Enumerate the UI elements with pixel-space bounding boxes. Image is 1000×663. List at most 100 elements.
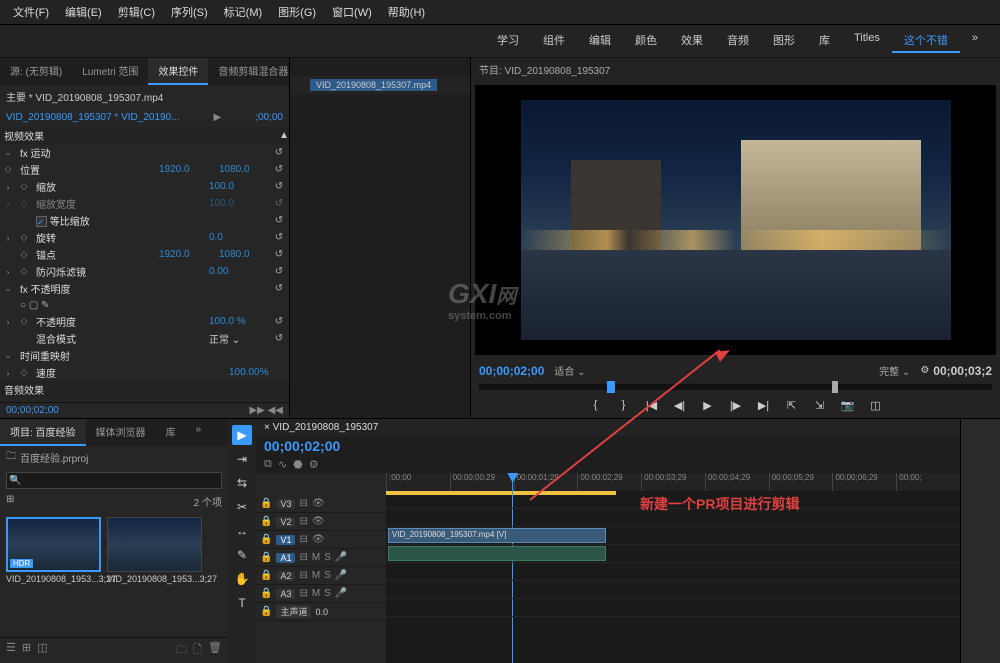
audio-clip[interactable] — [388, 546, 606, 561]
reset-icon[interactable]: ↺ — [269, 215, 289, 226]
ws-custom[interactable]: 这个不错 — [892, 29, 960, 53]
mark-out-button[interactable]: } — [614, 396, 634, 414]
prop-anchor[interactable]: 锚点 — [32, 247, 159, 262]
hand-tool[interactable]: ✋ — [232, 569, 252, 589]
ellipse-mask-icon[interactable]: ○ — [20, 300, 26, 311]
track-a3[interactable]: A3 — [276, 589, 295, 599]
go-out-button[interactable]: ▶| — [754, 396, 774, 414]
ws-titles[interactable]: Titles — [842, 29, 892, 53]
fx-timeremap[interactable]: 时间重映射 — [16, 348, 289, 363]
nav-prev-icon[interactable]: ▶▶ — [249, 405, 264, 416]
program-timecode[interactable]: 00;00;02;00 — [479, 364, 544, 378]
prop-scale[interactable]: 缩放 — [32, 179, 209, 194]
menu-clip[interactable]: 剪辑(C) — [110, 2, 163, 22]
lock-icon[interactable]: 🔒 — [260, 534, 272, 545]
nav-next-icon[interactable]: ◀◀ — [268, 405, 283, 416]
program-scrubber[interactable] — [479, 384, 992, 390]
type-tool[interactable]: T — [232, 593, 252, 613]
reset-icon[interactable]: ↺ — [269, 164, 289, 175]
menu-graphic[interactable]: 图形(G) — [270, 2, 324, 22]
keyframe-icon[interactable]: ◇ — [0, 164, 16, 175]
track-v1[interactable]: V1 — [276, 535, 295, 545]
program-playhead[interactable] — [607, 381, 615, 393]
ws-editing[interactable]: 编辑 — [577, 29, 623, 53]
eye-icon[interactable]: 👁 — [312, 516, 325, 527]
icon-view-icon[interactable]: ⊞ — [22, 641, 31, 660]
rotation-val[interactable]: 0.0 — [209, 232, 269, 243]
tab-library[interactable]: 库 — [156, 419, 186, 446]
tab-audio-mixer[interactable]: 音频剪辑混合器: VID_20190808_195307 — [208, 58, 289, 85]
keyframe-icon[interactable]: ◇ — [16, 249, 32, 260]
program-monitor[interactable] — [475, 85, 996, 355]
prop-rotation[interactable]: 旋转 — [32, 230, 209, 245]
snap-icon[interactable]: ⧉ — [264, 458, 272, 471]
pos-x[interactable]: 1920.0 — [159, 164, 219, 175]
freeform-view-icon[interactable]: ◫ — [37, 641, 47, 660]
lock-icon[interactable]: 🔒 — [260, 588, 272, 599]
settings-icon[interactable]: ⚙ — [920, 365, 929, 376]
ws-library[interactable]: 库 — [807, 29, 842, 53]
export-frame-button[interactable]: 📷 — [838, 396, 858, 414]
prop-speed[interactable]: 速度 — [32, 365, 229, 380]
project-item[interactable]: VID_20190808_1953...3;27 — [107, 517, 202, 631]
track-a2[interactable]: A2 — [276, 571, 295, 581]
mark-in-button[interactable]: { — [586, 396, 606, 414]
reset-icon[interactable]: ↺ — [269, 316, 289, 327]
reset-icon[interactable]: ↺ — [269, 266, 289, 277]
menu-file[interactable]: 文件(F) — [5, 2, 57, 22]
ws-learning[interactable]: 学习 — [485, 29, 531, 53]
lock-icon[interactable]: 🔒 — [260, 552, 272, 563]
prop-opacity[interactable]: 不透明度 — [32, 314, 209, 329]
step-fwd-button[interactable]: |▶ — [726, 396, 746, 414]
new-item-icon[interactable]: 🗋 — [193, 641, 202, 660]
fx-opacity[interactable]: fx 不透明度 — [16, 281, 269, 296]
lock-icon[interactable]: 🔒 — [260, 516, 272, 527]
anchor-x[interactable]: 1920.0 — [159, 249, 219, 260]
menu-help[interactable]: 帮助(H) — [380, 2, 433, 22]
reset-icon[interactable]: ↺ — [269, 283, 289, 294]
scale-val[interactable]: 100.0 — [209, 181, 269, 192]
slip-tool[interactable]: ↔ — [232, 521, 252, 541]
tab-overflow[interactable]: » — [186, 419, 212, 446]
tab-lumetri[interactable]: Lumetri 范围 — [72, 58, 148, 85]
reset-icon[interactable]: ↺ — [269, 249, 289, 260]
ripple-tool[interactable]: ⇆ — [232, 473, 252, 493]
eye-icon[interactable]: 👁 — [312, 534, 325, 545]
opacity-val[interactable]: 100.0 % — [209, 316, 269, 327]
ws-color[interactable]: 颜色 — [623, 29, 669, 53]
marker-icon[interactable]: ⬣ — [293, 458, 303, 471]
delete-icon[interactable]: 🗑 — [208, 641, 222, 660]
blend-val[interactable]: 正常 — [209, 335, 229, 346]
new-bin-icon[interactable]: 🗀 — [176, 641, 187, 660]
menu-edit[interactable]: 编辑(E) — [57, 2, 110, 22]
keyframe-icon[interactable]: ◇ — [16, 232, 32, 243]
play-button[interactable]: ▶ — [698, 396, 718, 414]
step-back-button[interactable]: ◀| — [670, 396, 690, 414]
track-v2[interactable]: V2 — [276, 517, 295, 527]
resolution-select[interactable]: 完整 ⌄ — [873, 363, 916, 378]
project-item[interactable]: HDR VID_20190808_1953...3;27 — [6, 517, 101, 631]
reset-icon[interactable]: ↺ — [269, 181, 289, 192]
list-view-icon[interactable]: ☰ — [6, 641, 16, 660]
keyframe-icon[interactable]: ◇ — [16, 266, 32, 277]
menu-window[interactable]: 窗口(W) — [324, 2, 380, 22]
project-search-input[interactable] — [6, 472, 222, 489]
track-master[interactable]: 主声道 — [276, 605, 311, 618]
lift-button[interactable]: ⇱ — [782, 396, 802, 414]
speed-val[interactable]: 100.00% — [229, 367, 289, 378]
video-clip[interactable]: VID_20190808_195307.mp4 [V] — [388, 528, 606, 543]
program-tab[interactable]: 节目: VID_20190808_195307 — [479, 66, 610, 77]
pen-mask-icon[interactable]: ✎ — [41, 300, 49, 311]
master-clip[interactable]: 主要 * VID_20190808_195307.mp4 — [6, 89, 163, 104]
menu-marker[interactable]: 标记(M) — [216, 2, 271, 22]
fx-motion[interactable]: fx 运动 — [16, 145, 269, 160]
prop-position[interactable]: 位置 — [16, 162, 159, 177]
prop-blend[interactable]: 混合模式 — [32, 331, 209, 346]
timeline-tracks[interactable]: ;00;0000;00;00;2900;00;01;2900;00;02;290… — [386, 473, 960, 663]
keyframe-icon[interactable]: ◇ — [16, 316, 32, 327]
mic-icon[interactable]: 🎤 — [335, 552, 347, 563]
track-select-tool[interactable]: ⇥ — [232, 449, 252, 469]
track-a1[interactable]: A1 — [276, 553, 295, 563]
pos-y[interactable]: 1080.0 — [219, 164, 269, 175]
mic-icon[interactable]: 🎤 — [335, 588, 347, 599]
